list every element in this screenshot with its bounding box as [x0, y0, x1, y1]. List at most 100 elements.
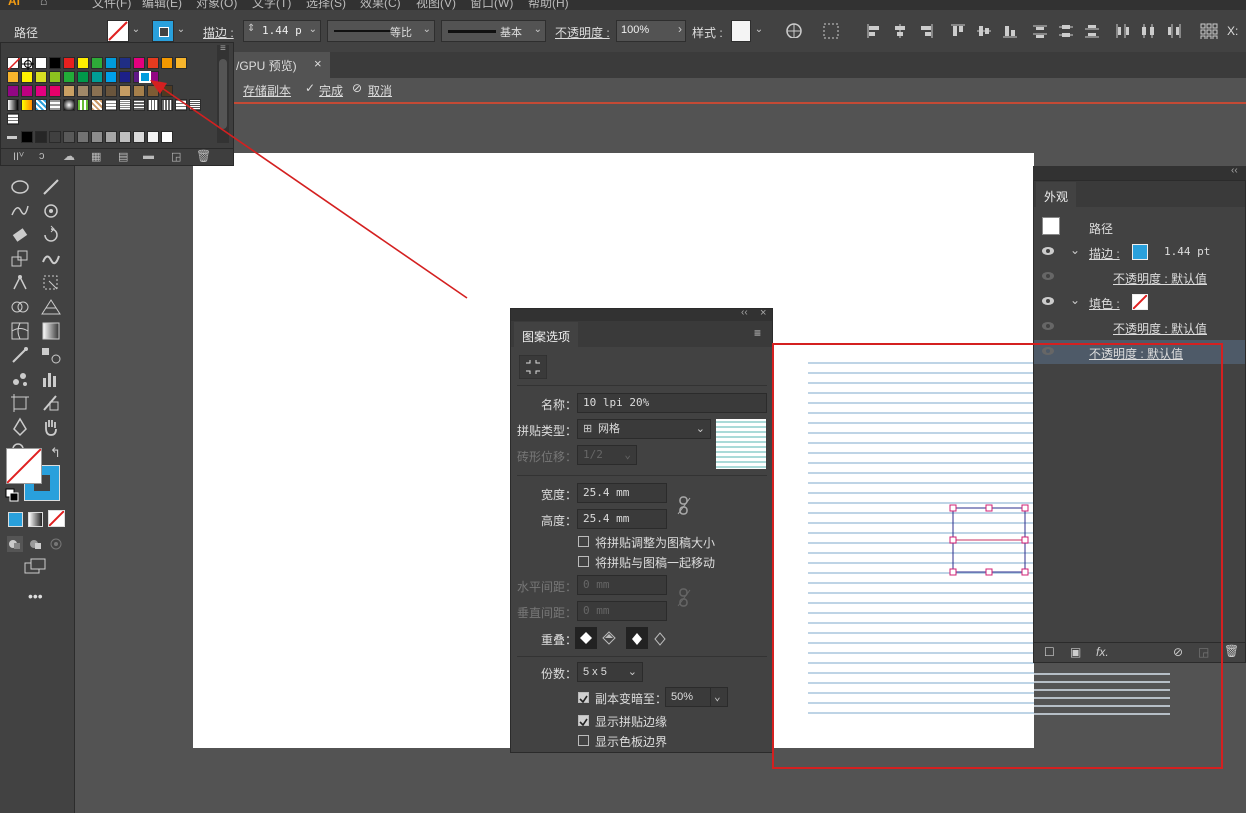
swatch-color[interactable]	[77, 71, 89, 83]
tab-pattern-options[interactable]: 图案选项	[514, 322, 578, 347]
stroke-swatch[interactable]	[152, 20, 174, 42]
menu-select[interactable]: 选择(S)	[306, 0, 346, 10]
stroke-dropdown-icon[interactable]: ⌄	[174, 19, 188, 41]
swatch-color[interactable]	[105, 85, 117, 97]
menu-window[interactable]: 窗口(W)	[470, 0, 513, 10]
shape-builder-icon[interactable]	[9, 296, 31, 318]
show-swatch-bounds-checkbox[interactable]	[578, 735, 589, 746]
swatch-color[interactable]	[35, 57, 47, 69]
menu-edit[interactable]: 编辑(E)	[142, 0, 182, 10]
swatch-pattern[interactable]	[49, 99, 61, 111]
menu-help[interactable]: 帮助(H)	[528, 0, 569, 10]
panel-menu-icon[interactable]: ≡	[220, 43, 226, 54]
puppet-warp-icon[interactable]	[9, 272, 31, 294]
artboard-tool-icon[interactable]	[9, 392, 31, 414]
swatch-color[interactable]	[49, 71, 61, 83]
swatch-color[interactable]	[119, 71, 131, 83]
tile-bounding-box[interactable]	[948, 504, 1032, 578]
align-top-icon[interactable]	[950, 23, 968, 39]
scale-tool-icon[interactable]	[9, 248, 31, 270]
align-middle-icon[interactable]	[976, 23, 994, 39]
blend-tool-icon[interactable]	[40, 344, 62, 366]
align-to-selection-icon[interactable]: ⌄	[823, 23, 841, 39]
visibility-eye-icon[interactable]	[1042, 271, 1054, 281]
distribute-bottom-icon[interactable]	[1084, 23, 1102, 39]
new-folder-icon[interactable]: ▬	[143, 150, 154, 162]
swatch-pattern[interactable]	[119, 99, 131, 111]
height-input[interactable]: 25.4 mm	[577, 509, 667, 529]
brush-definition[interactable]: 基本 ⌄	[441, 20, 546, 42]
pattern-tile-tool-icon[interactable]	[519, 355, 547, 379]
align-right-icon[interactable]	[918, 23, 936, 39]
rotate-tool-icon[interactable]	[40, 224, 62, 246]
swatch-grid[interactable]: ▬	[7, 57, 207, 145]
copies-select[interactable]: 5 x 5 ⌄	[577, 662, 643, 682]
clear-appearance-icon[interactable]: ⊘	[1173, 645, 1183, 659]
close-tab-icon[interactable]: ×	[314, 56, 322, 71]
swatch-gray[interactable]	[35, 131, 47, 143]
add-effect-icon[interactable]: fx.	[1096, 645, 1109, 659]
add-stroke-icon[interactable]: ☐	[1044, 645, 1055, 659]
duplicate-item-icon[interactable]: ◲	[1198, 645, 1209, 659]
mesh-tool-icon[interactable]	[9, 320, 31, 342]
swatch-color[interactable]	[63, 85, 75, 97]
swatch-color[interactable]	[147, 57, 159, 69]
draw-inside-icon[interactable]	[48, 536, 64, 552]
swatch-color[interactable]	[35, 85, 47, 97]
appearance-fill-row[interactable]: ⌄ 填色 :	[1034, 290, 1245, 314]
graphic-style-swatch[interactable]	[731, 20, 751, 42]
menu-view[interactable]: 视图(V)	[416, 0, 456, 10]
opacity-label[interactable]: 不透明度 :	[555, 24, 610, 41]
swatch-gray[interactable]	[133, 131, 145, 143]
pen-tool-icon[interactable]	[9, 416, 31, 438]
swatch-color[interactable]	[7, 85, 19, 97]
align-bottom-icon[interactable]	[1002, 23, 1020, 39]
stroke-weight-value[interactable]: 1.44 pt	[1164, 245, 1210, 258]
swatch-pattern[interactable]	[133, 99, 145, 111]
fill-label[interactable]: 填色 :	[1089, 295, 1120, 312]
swatch-color[interactable]	[21, 71, 33, 83]
save-copy-button[interactable]: 存储副本	[243, 82, 291, 99]
gradient-tool-icon[interactable]	[40, 320, 62, 342]
swatch-libraries-icon[interactable]: IIⱽ	[13, 150, 24, 163]
object-opacity-label[interactable]: 不透明度 : 默认值	[1089, 345, 1183, 362]
fill-dropdown-icon[interactable]: ⌄	[129, 19, 143, 41]
swatch-gray[interactable]	[91, 131, 103, 143]
swatch-registration[interactable]	[21, 57, 34, 70]
swatch-color[interactable]	[91, 57, 103, 69]
swatch-color[interactable]	[35, 71, 47, 83]
close-icon[interactable]: ×	[760, 307, 766, 319]
swatch-pattern[interactable]	[91, 99, 103, 111]
tab-appearance[interactable]: 外观	[1036, 182, 1076, 207]
visibility-eye-icon[interactable]	[1042, 296, 1054, 306]
constrain-proportions-icon[interactable]	[677, 495, 691, 517]
swatch-color[interactable]	[63, 71, 75, 83]
swatch-pattern[interactable]	[189, 99, 201, 111]
collapse-icon[interactable]: ‹‹	[741, 307, 748, 318]
cloud-icon[interactable]: ☁	[63, 149, 75, 163]
distribute-right-icon[interactable]	[1166, 23, 1184, 39]
opacity-field[interactable]: 100% ›	[616, 20, 686, 42]
swatch-gray[interactable]	[161, 131, 173, 143]
menu-object[interactable]: 对象(O)	[196, 0, 237, 10]
dim-copies-checkbox[interactable]	[578, 692, 589, 704]
draw-behind-icon[interactable]	[28, 536, 44, 552]
swatch-gray[interactable]	[119, 131, 131, 143]
swatch-color[interactable]	[77, 57, 89, 69]
stroke-label[interactable]: 描边 :	[203, 24, 234, 41]
menu-file[interactable]: 文件(F)	[92, 0, 131, 10]
slice-tool-icon[interactable]	[40, 392, 62, 414]
swatch-color[interactable]	[147, 85, 159, 97]
stroke-color-swatch[interactable]	[1132, 244, 1148, 260]
swatch-color[interactable]	[133, 85, 145, 97]
style-dropdown-icon[interactable]: ⌄	[752, 19, 766, 41]
swatch-color[interactable]	[105, 57, 117, 69]
swatch-color[interactable]	[49, 85, 61, 97]
dim-copies-dropdown[interactable]: ⌄	[710, 687, 728, 707]
color-mode-icon[interactable]	[8, 512, 23, 527]
chevron-down-icon[interactable]: ⌄	[1070, 293, 1080, 307]
distribute-vcenter-icon[interactable]	[1058, 23, 1076, 39]
stroke-opacity-label[interactable]: 不透明度 : 默认值	[1113, 270, 1207, 287]
swatch-color[interactable]	[7, 71, 19, 83]
swatch-color[interactable]	[119, 57, 131, 69]
